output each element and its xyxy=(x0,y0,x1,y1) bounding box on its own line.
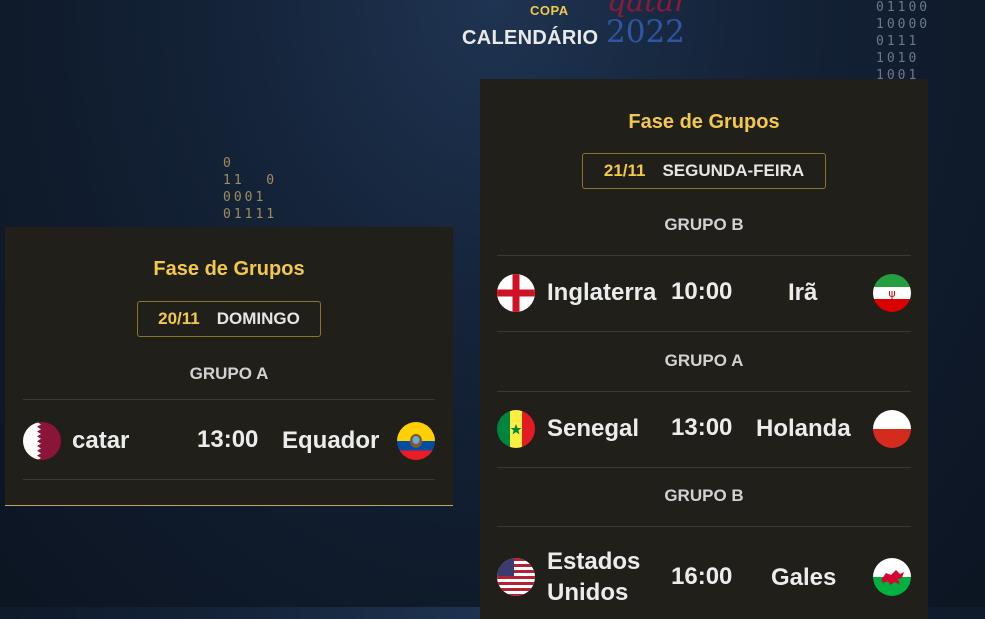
binary-decoration-left: 0 11 0 0001 01111 xyxy=(223,155,277,223)
date-badge: 21/11 SEGUNDA-FEIRA xyxy=(582,153,826,189)
match-row[interactable]: Inglaterra 10:00 Irã ψ xyxy=(497,263,911,323)
ecuador-flag-icon xyxy=(397,422,435,460)
header-year: 2022 xyxy=(606,14,685,50)
date-text: 20/11 xyxy=(158,309,200,328)
home-team: catar xyxy=(72,427,130,454)
away-team: Irã xyxy=(788,279,818,306)
away-team: Gales xyxy=(771,564,837,591)
divider xyxy=(497,526,911,527)
schedule-card-21-11: Fase de Grupos 21/11 SEGUNDA-FEIRA GRUPO… xyxy=(480,79,928,619)
match-row[interactable]: Senegal 13:00 Holanda xyxy=(497,399,911,459)
senegal-flag-icon xyxy=(497,410,535,448)
binary-line: 0001 xyxy=(223,190,267,205)
england-flag-icon xyxy=(497,274,535,312)
qatar-flag-icon xyxy=(23,422,61,460)
date-badge: 20/11 DOMINGO xyxy=(137,301,321,337)
match-time: 13:00 xyxy=(197,426,259,453)
weekday-text: DOMINGO xyxy=(216,309,300,328)
weekday-text: SEGUNDA-FEIRA xyxy=(662,161,805,180)
binary-decoration-right: 01100 10000 0111 1010 1001 xyxy=(876,0,930,84)
svg-text:ψ: ψ xyxy=(888,287,895,300)
match-row[interactable]: Estados Unidos 16:00 Gales xyxy=(497,546,911,610)
divider xyxy=(497,255,911,256)
divider xyxy=(23,399,435,400)
netherlands-flag-icon xyxy=(873,410,911,448)
phase-title: Fase de Grupos xyxy=(628,111,780,133)
match-row[interactable]: catar 13:00 Equador xyxy=(23,411,435,471)
header-title: CALENDÁRIO xyxy=(462,27,599,49)
schedule-card-20-11: Fase de Grupos 20/11 DOMINGO GRUPO A cat… xyxy=(5,227,453,506)
wales-flag-icon xyxy=(873,558,911,596)
binary-line: 01100 xyxy=(876,0,931,15)
match-time: 10:00 xyxy=(671,278,733,305)
binary-line: 01111 xyxy=(223,207,278,222)
match-time: 16:00 xyxy=(671,563,733,590)
header-copa: COPA xyxy=(530,3,569,18)
group-label: GRUPO A xyxy=(664,351,744,370)
home-team: Inglaterra xyxy=(547,279,657,306)
divider xyxy=(497,331,911,332)
binary-line: 10000 xyxy=(876,17,931,32)
away-team: Equador xyxy=(282,427,380,454)
divider xyxy=(497,391,911,392)
iran-flag-icon: ψ xyxy=(873,274,911,312)
binary-line: 0 xyxy=(223,156,234,171)
binary-line: 1010 xyxy=(876,51,920,66)
binary-line: 11 0 xyxy=(223,173,278,188)
divider xyxy=(23,479,435,480)
phase-title: Fase de Grupos xyxy=(153,258,305,280)
group-label: GRUPO B xyxy=(664,215,744,234)
home-team: Estados Unidos xyxy=(547,548,641,606)
away-team: Holanda xyxy=(756,415,851,442)
match-time: 13:00 xyxy=(671,414,733,441)
home-team: Senegal xyxy=(547,415,640,442)
page-header: qatar COPA CALENDÁRIO 2022 xyxy=(462,0,702,50)
group-label: GRUPO B xyxy=(664,486,744,505)
usa-flag-icon xyxy=(497,558,535,596)
divider xyxy=(497,467,911,468)
binary-line: 0111 xyxy=(876,34,920,49)
date-text: 21/11 xyxy=(603,161,646,180)
group-label: GRUPO A xyxy=(189,364,269,383)
